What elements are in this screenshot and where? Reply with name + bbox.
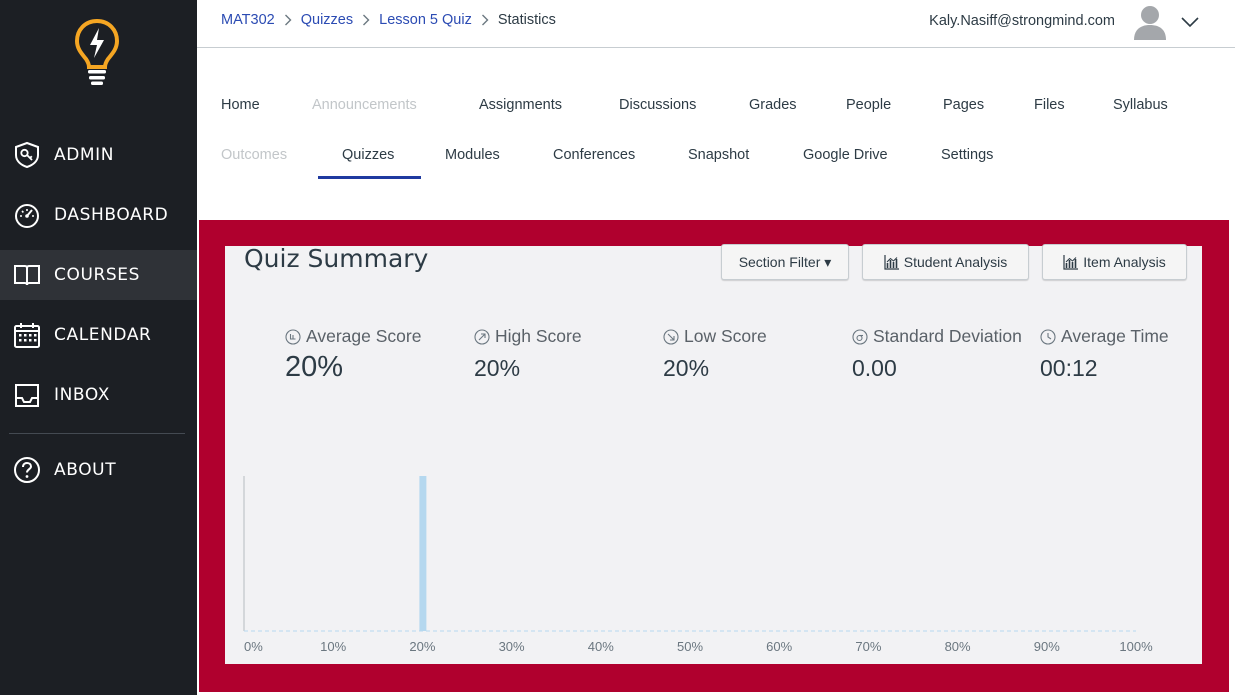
highlight-panel: Quiz Summary Section Filter ▾ Student An… (199, 220, 1229, 692)
user-email[interactable]: Kaly.Nasiff@strongmind.com (929, 13, 1115, 29)
inbox-icon (13, 381, 41, 409)
chart-x-tick-label: 90% (1034, 639, 1060, 654)
global-nav-sidebar: ADMIN DASHBOARD COURSES CALENDAR INBOX A… (0, 0, 197, 695)
tab-assignments[interactable]: Assignments (479, 97, 562, 113)
stat-low-score: Low Score 20% (663, 326, 767, 382)
tab-settings[interactable]: Settings (941, 147, 993, 163)
stat-label: Low Score (684, 326, 767, 346)
lightbulb-logo-icon[interactable] (74, 18, 120, 86)
avatar-icon[interactable] (1132, 3, 1168, 41)
question-icon (13, 456, 41, 484)
chart-x-tick-label: 50% (677, 639, 703, 654)
tab-files[interactable]: Files (1034, 97, 1065, 113)
tab-discussions[interactable]: Discussions (619, 97, 696, 113)
tab-google-drive[interactable]: Google Drive (803, 147, 888, 163)
course-nav-tabs: Home Announcements Assignments Discussio… (197, 48, 1235, 218)
nav-item-dashboard[interactable]: DASHBOARD (0, 190, 197, 240)
nav-item-admin[interactable]: ADMIN (0, 130, 197, 180)
breadcrumb-quiz-link[interactable]: Lesson 5 Quiz (379, 12, 472, 28)
clock-icon (1040, 328, 1056, 345)
chart-x-tick-label: 60% (766, 639, 792, 654)
nav-item-courses[interactable]: COURSES (0, 250, 197, 300)
dashboard-circle-icon (285, 328, 301, 345)
quiz-summary-title: Quiz Summary (244, 244, 429, 273)
chevron-right-icon (279, 12, 297, 28)
sigma-circle-icon (852, 328, 868, 345)
nav-label-courses: COURSES (54, 265, 141, 285)
student-analysis-label: Student Analysis (903, 254, 1008, 270)
nav-label-admin: ADMIN (54, 145, 115, 165)
item-analysis-label: Item Analysis (1083, 254, 1166, 270)
chart-x-tick-label: 70% (855, 639, 881, 654)
stat-average-score: Average Score 20% (285, 326, 421, 384)
item-analysis-button[interactable]: Item Analysis (1042, 244, 1187, 280)
tab-announcements[interactable]: Announcements (312, 97, 417, 113)
chevron-right-icon (357, 12, 375, 28)
stat-label: High Score (495, 326, 582, 346)
quiz-summary-card: Quiz Summary Section Filter ▾ Student An… (225, 244, 1202, 664)
stat-standard-deviation: Standard Deviation 0.00 (852, 326, 1022, 382)
tab-grades[interactable]: Grades (749, 97, 797, 113)
nav-item-calendar[interactable]: CALENDAR (0, 310, 197, 360)
stat-label: Standard Deviation (873, 326, 1022, 346)
student-analysis-button[interactable]: Student Analysis (862, 244, 1029, 280)
chart-x-tick-label: 20% (409, 639, 435, 654)
stat-label: Average Score (306, 326, 422, 346)
chevron-down-icon[interactable] (1179, 12, 1201, 32)
score-distribution-chart: 0% 10% 20% 30% 40% 50% 60% 70% 80% 90% 100% (243, 476, 1153, 654)
nav-label-dashboard: DASHBOARD (54, 205, 169, 225)
stat-value: 20% (285, 351, 344, 383)
tab-modules[interactable]: Modules (445, 147, 500, 163)
breadcrumb-current: Statistics (497, 12, 556, 28)
tab-snapshot[interactable]: Snapshot (688, 147, 749, 163)
stat-value: 0.00 (852, 355, 897, 381)
stat-value: 00:12 (1040, 355, 1098, 381)
stat-label: Average Time (1061, 326, 1169, 346)
chart-x-tick-label: 30% (499, 639, 525, 654)
breadcrumb-course-link[interactable]: MAT302 (221, 12, 275, 28)
chevron-right-icon (476, 12, 494, 28)
chart-x-tick-label: 10% (320, 639, 346, 654)
bar-chart-icon (1063, 255, 1079, 270)
chart-x-tick-label: 80% (945, 639, 971, 654)
active-tab-indicator (318, 176, 421, 179)
sidebar-divider (9, 433, 185, 434)
arrow-down-right-circle-icon (663, 328, 679, 345)
breadcrumb-quizzes-link[interactable]: Quizzes (301, 12, 353, 28)
stat-average-time: Average Time 00:12 (1040, 326, 1169, 382)
stat-high-score: High Score 20% (474, 326, 582, 382)
tab-syllabus[interactable]: Syllabus (1113, 97, 1168, 113)
tab-quizzes[interactable]: Quizzes (342, 147, 394, 163)
nav-item-about[interactable]: ABOUT (0, 445, 197, 495)
tab-pages[interactable]: Pages (943, 97, 984, 113)
page-header: MAT302 Quizzes Lesson 5 Quiz Statistics … (197, 0, 1235, 48)
tab-home[interactable]: Home (221, 97, 260, 113)
nav-item-inbox[interactable]: INBOX (0, 370, 197, 420)
arrow-up-right-circle-icon (474, 328, 490, 345)
dashboard-icon (13, 201, 41, 229)
stat-value: 20% (663, 355, 710, 381)
tab-conferences[interactable]: Conferences (553, 147, 635, 163)
tab-outcomes[interactable]: Outcomes (221, 147, 287, 163)
breadcrumb: MAT302 Quizzes Lesson 5 Quiz Statistics (221, 12, 556, 28)
nav-label-about: ABOUT (54, 460, 117, 480)
chart-bar[interactable] (419, 476, 427, 631)
nav-label-calendar: CALENDAR (54, 325, 152, 345)
tab-people[interactable]: People (846, 97, 891, 113)
bar-chart-icon (884, 255, 899, 270)
chart-x-tick-label: 40% (588, 639, 614, 654)
chart-x-tick-label: 0% (244, 639, 263, 654)
nav-label-inbox: INBOX (54, 385, 111, 405)
book-icon (13, 261, 41, 289)
stat-value: 20% (474, 355, 521, 381)
section-filter-button[interactable]: Section Filter ▾ (721, 244, 849, 280)
shield-icon (13, 141, 41, 169)
calendar-icon (13, 321, 41, 349)
chart-x-tick-label: 100% (1119, 639, 1153, 654)
